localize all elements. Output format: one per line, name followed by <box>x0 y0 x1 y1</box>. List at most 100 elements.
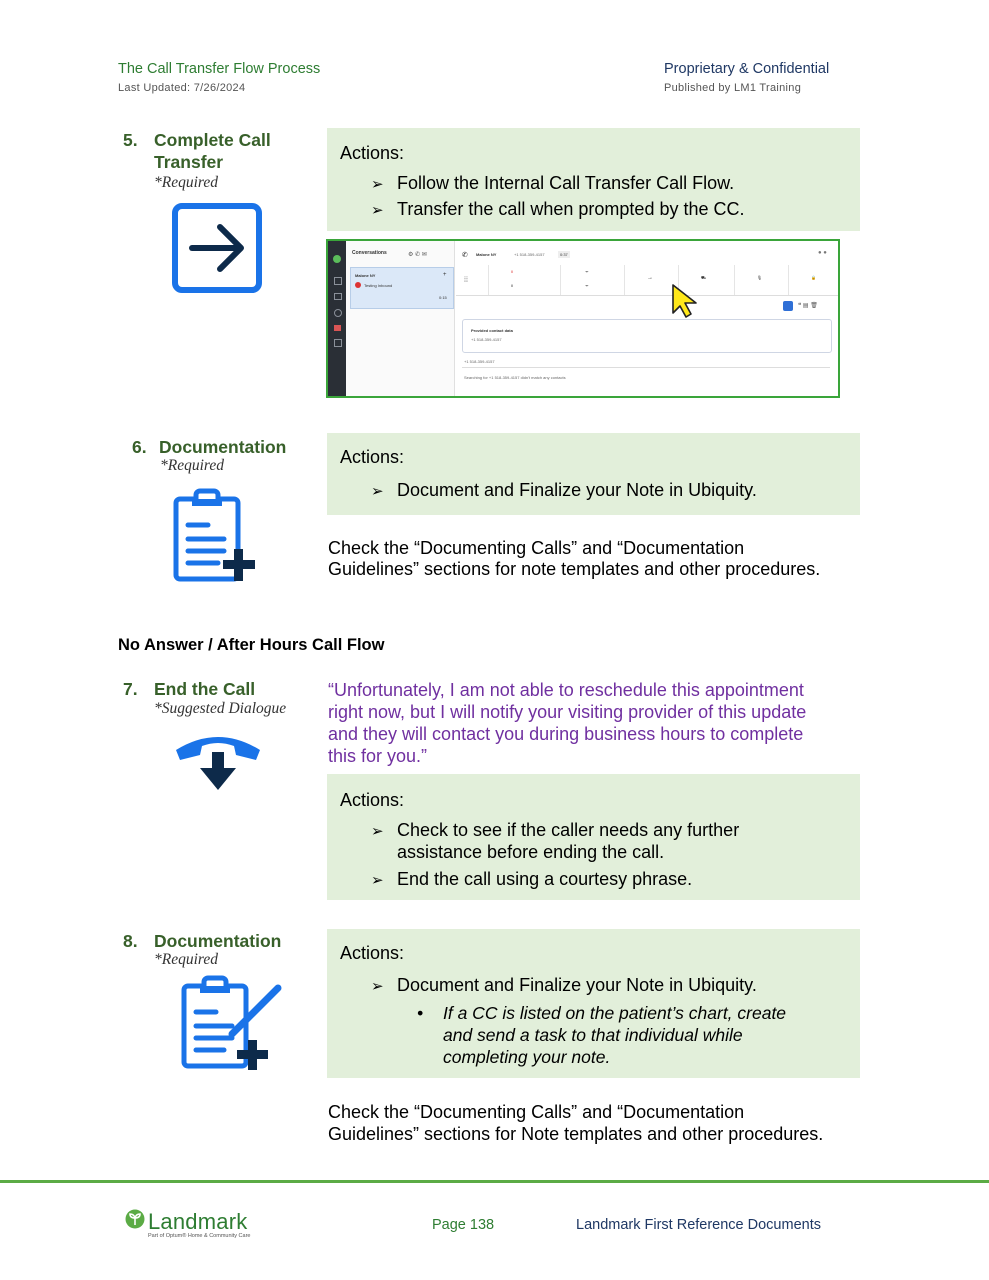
arrow-bullet-icon: ➢ <box>371 978 384 995</box>
wifi-icon-2: ᯤ <box>585 283 589 288</box>
contact-icon[interactable] <box>783 301 793 311</box>
step8-sub-bullet-line3: completing your note. <box>443 1047 611 1067</box>
step8-actions-label: Actions: <box>340 943 405 963</box>
transfer-button[interactable]: → <box>624 265 675 295</box>
hang-up-phone-icon <box>170 728 266 792</box>
call-duration: 0:15 <box>439 295 447 300</box>
end-button[interactable]: 🔒 <box>788 265 838 295</box>
dialogue-line: and they will contact you during busines… <box>328 724 804 744</box>
brand-subtitle: Part of Optum® Home & Community Care <box>148 1233 251 1239</box>
arrow-bullet-icon: ➢ <box>371 202 384 219</box>
step7-actions-box: Actions: ➢ Check to see if the caller nee… <box>327 774 860 900</box>
step5-bullet-2-text: Transfer the call when prompted by the C… <box>397 199 745 219</box>
transfer-arrow-icon: → <box>647 275 653 281</box>
header-number: +1 518-359-4157 <box>514 252 545 257</box>
star-icon <box>334 277 342 285</box>
arrow-bullet-icon: ➢ <box>371 872 384 889</box>
record-button[interactable]: ᯤᯤ <box>560 265 611 295</box>
step5-bullet-2: ➢ Transfer the call when prompted by the … <box>371 198 745 222</box>
confidential-label: Proprietary & Confidential <box>664 61 830 77</box>
dialogue-line: this for you.” <box>328 746 428 766</box>
step7-title: End the Call <box>154 679 256 699</box>
panel-action-icons[interactable]: ❝ ▤ 🗑 <box>798 302 818 309</box>
dialogue-line: right now, but I will notify your visiti… <box>328 702 807 722</box>
call-status-icon <box>355 282 361 288</box>
arrow-bullet-icon: ➢ <box>371 176 384 193</box>
call-contact: Malone NY <box>355 273 376 278</box>
step7-actions-label: Actions: <box>340 790 405 810</box>
step8-heading: 8. Documentation <box>123 931 281 952</box>
step8-title: Documentation <box>154 931 282 951</box>
step8-bullet-1-text: Document and Finalize your Note in Ubiqu… <box>397 975 757 995</box>
hold-button[interactable]: II II <box>488 265 539 295</box>
mute-button[interactable]: 🎙 <box>734 265 785 295</box>
step6-note-line2: Guidelines” sections for note templates … <box>328 559 821 579</box>
panel-toolbar-icons: ⚙ ✆ ✉ <box>408 252 427 258</box>
step8-bullet-1: ➢ Document and Finalize your Note in Ubiq… <box>371 974 757 998</box>
footer-rule <box>0 1180 989 1183</box>
step6-title: Documentation <box>159 437 287 457</box>
provided-contact-card: Provided contact data +1 518-359-4157 <box>462 319 832 353</box>
brand-name: Landmark <box>148 1209 248 1234</box>
mic-icon: 🎙 <box>757 275 763 280</box>
dialogue-line: “Unfortunately, I am not able to resched… <box>328 680 804 700</box>
arrow-bullet-icon: ➢ <box>371 483 384 500</box>
step7-heading: 7. End the Call <box>123 679 255 700</box>
step8-sub-bullet-line2: and send a task to that individual while <box>443 1025 743 1045</box>
step6-bullet-1-text: Document and Finalize your Note in Ubiqu… <box>397 480 757 500</box>
step7-suggested: *Suggested Dialogue <box>154 700 287 717</box>
step8-actions-box: Actions: ➢ Document and Finalize your Not… <box>327 929 860 1078</box>
active-call-card[interactable]: Malone NY + Testing Inbound 0:15 <box>350 267 454 309</box>
step5-actions-label: Actions: <box>340 143 405 163</box>
step5-heading: 5. Complete Call Transfer <box>123 130 271 172</box>
step5-required: *Required <box>154 174 218 191</box>
step6-actions-box: Actions: ➢ Document and Finalize your Not… <box>327 433 860 515</box>
call-transfer-screenshot: Conversations ⚙ ✆ ✉ Malone NY + Testing … <box>326 239 840 398</box>
wifi-icon: ᯤ <box>585 269 589 274</box>
contact-search[interactable]: +1 518-359-4157 <box>464 359 495 364</box>
call-status: Testing Inbound <box>364 283 393 288</box>
step7-bullet-2-text: End the call using a courtesy phrase. <box>397 869 693 889</box>
step8-sub-bullet-line1: If a CC is listed on the patient’s chart… <box>443 1003 787 1023</box>
search-result: Searching for +1 518-359-4157 didn't mat… <box>464 375 566 380</box>
step5-bullet-1: ➢ Follow the Internal Call Transfer Call … <box>371 172 734 196</box>
step7-dialogue: “Unfortunately, I am not able to resched… <box>328 679 806 767</box>
window-controls[interactable]: ● ● <box>818 250 827 256</box>
step5-title-line1: Complete Call <box>154 130 271 150</box>
last-updated: Last Updated: 7/26/2024 <box>118 82 246 94</box>
arrow-bullet-icon: ➢ <box>371 823 384 840</box>
step7-bullet-2: ➢ End the call using a courtesy phrase. <box>371 868 692 892</box>
chat-icon <box>334 293 342 300</box>
car-icon: ⛟ <box>701 275 707 280</box>
mouse-cursor-icon <box>671 283 701 324</box>
status-dot-icon <box>333 255 341 263</box>
clipboard-pen-plus-icon <box>176 974 286 1074</box>
step5-bullet-1-text: Follow the Internal Call Transfer Call F… <box>397 173 735 193</box>
app-sidebar <box>328 241 346 396</box>
section-heading: No Answer / After Hours Call Flow <box>118 636 385 654</box>
voicemail-icon <box>334 325 341 331</box>
step8-note-line1: Check the “Documenting Calls” and “Docum… <box>328 1102 745 1122</box>
clipboard-plus-icon <box>168 485 268 585</box>
header-contact: Malone NY <box>476 252 497 257</box>
add-icon[interactable]: + <box>443 272 447 278</box>
step7-number: 7. <box>123 679 138 699</box>
landmark-logo-icon <box>125 1209 145 1229</box>
dialpad-icon[interactable]: ⁞⁞ <box>464 277 468 284</box>
document-title: The Call Transfer Flow Process <box>118 61 321 77</box>
header-timer: 0:37 <box>558 251 570 258</box>
lock-icon: 🔒 <box>811 275 816 280</box>
page-number: Page 138 <box>432 1217 495 1233</box>
step6-note-line1: Check the “Documenting Calls” and “Docum… <box>328 538 745 558</box>
step7-bullet-1-cont: assistance before ending the call. <box>397 842 665 862</box>
step5-actions-box: Actions: ➢ Follow the Internal Call Trans… <box>327 128 860 231</box>
step8-required: *Required <box>154 951 218 968</box>
conversations-title: Conversations <box>352 250 387 256</box>
step7-bullet-1-text: Check to see if the caller needs any fur… <box>397 820 740 840</box>
step6-actions-label: Actions: <box>340 447 405 467</box>
hold-icon: II <box>511 269 514 274</box>
step8-note-line2: Guidelines” sections for Note templates … <box>328 1124 824 1144</box>
step7-bullet-1: ➢ Check to see if the caller needs any fu… <box>371 819 739 843</box>
provided-label: Provided contact data <box>471 328 513 333</box>
step6-heading: 6. Documentation <box>132 437 286 458</box>
